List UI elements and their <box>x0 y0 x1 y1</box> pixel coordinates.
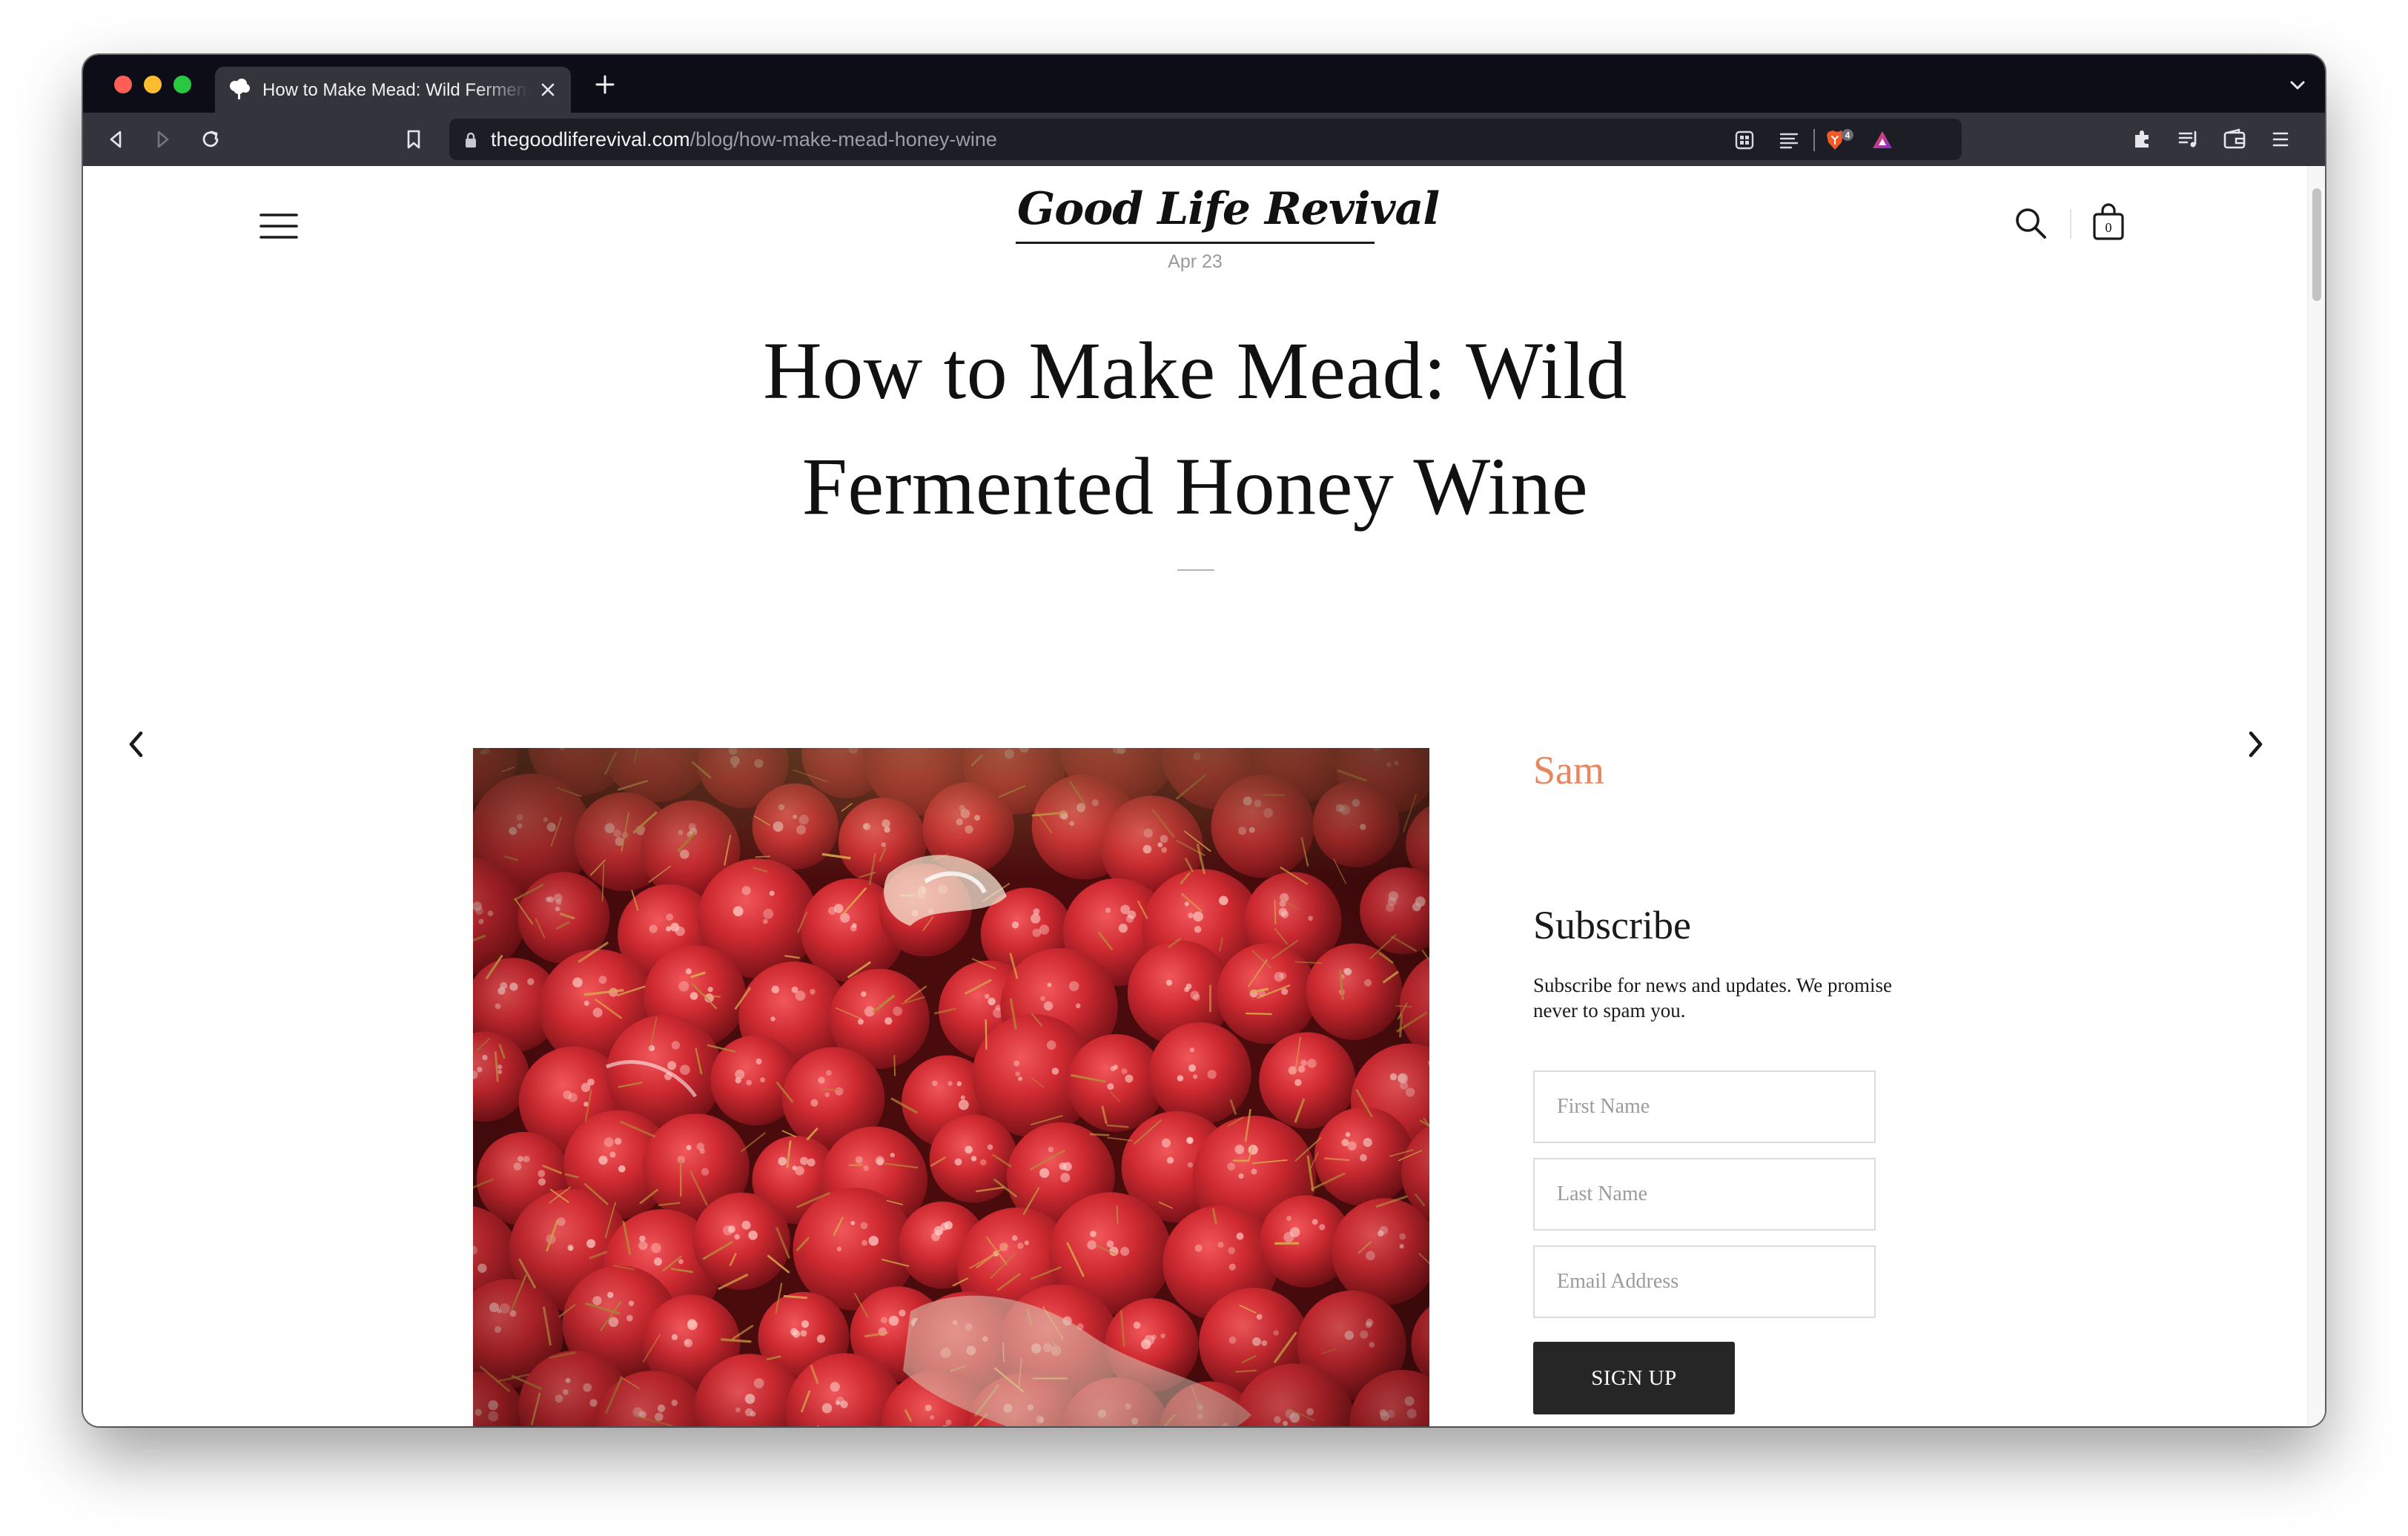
page-scrollbar[interactable] <box>2307 166 2325 1426</box>
back-icon[interactable] <box>102 126 129 153</box>
tab-strip: How to Make Mead: Wild Fermented Honey W… <box>83 55 2325 113</box>
lock-icon <box>466 132 476 148</box>
sign-up-button[interactable]: SIGN UP <box>1533 1342 1735 1414</box>
search-icon[interactable] <box>2014 206 2048 240</box>
address-bar[interactable]: thegoodliferevival.com/blog/how-make-mea… <box>449 119 1962 160</box>
browser-window: How to Make Mead: Wild Fermented Honey W… <box>83 55 2325 1426</box>
browser-toolbar: thegoodliferevival.com/blog/how-make-mea… <box>83 113 2325 166</box>
url-path: /blog/how-make-mead-honey-wine <box>689 128 997 150</box>
close-tab-icon[interactable] <box>538 80 558 99</box>
tab-title: How to Make Mead: Wild Fermented Honey W… <box>262 80 529 100</box>
post-title: How to Make Mead: Wild Fermented Honey W… <box>763 325 1627 532</box>
new-tab-icon[interactable] <box>593 73 617 96</box>
subscribe-description: Subscribe for news and updates. We promi… <box>1533 974 1892 1022</box>
author-name[interactable]: Sam <box>1533 744 1604 796</box>
first-name-field[interactable] <box>1533 1070 1876 1143</box>
chevron-left-icon[interactable] <box>126 729 145 759</box>
brave-shields-icon[interactable]: 4 <box>1825 129 1855 151</box>
site-logo[interactable]: Good Life Revival <box>1017 182 1440 236</box>
tree-favicon-icon <box>230 79 250 99</box>
playlist-icon[interactable] <box>2175 126 2202 153</box>
wallet-icon[interactable] <box>2221 126 2248 153</box>
hero-image <box>473 748 1429 1426</box>
subscribe-heading: Subscribe <box>1533 903 1691 947</box>
cart-count: 0 <box>2105 220 2112 235</box>
forward-icon[interactable] <box>150 126 176 153</box>
minimize-window-button[interactable] <box>144 76 162 93</box>
logo-underline <box>1016 242 1375 244</box>
chevron-down-icon[interactable] <box>2288 77 2307 93</box>
address-bar-separator <box>1813 129 1815 151</box>
hamburger-menu-icon[interactable] <box>259 212 298 240</box>
close-window-button[interactable] <box>114 76 132 93</box>
web-page: Good Life Revival Apr 23 0 How to Make M… <box>83 166 2325 1426</box>
browser-menu-icon[interactable] <box>2267 126 2294 153</box>
bookmark-icon[interactable] <box>400 126 427 153</box>
extensions-puzzle-icon[interactable] <box>2129 126 2156 153</box>
last-name-field[interactable] <box>1533 1158 1876 1231</box>
raspberries-photo <box>473 748 1429 1426</box>
qr-code-icon[interactable] <box>1733 129 1756 151</box>
email-field[interactable] <box>1533 1245 1876 1318</box>
chevron-right-icon[interactable] <box>2246 729 2266 759</box>
url-host: thegoodliferevival.com <box>491 128 690 150</box>
url-text: thegoodliferevival.com/blog/how-make-mea… <box>491 128 997 151</box>
reload-icon[interactable] <box>197 126 224 153</box>
zoom-window-button[interactable] <box>173 76 191 93</box>
reader-mode-icon[interactable] <box>1778 129 1800 151</box>
shields-count: 4 <box>1845 130 1850 141</box>
post-date: Apr 23 <box>1168 251 1223 272</box>
title-divider <box>1177 569 1214 571</box>
tab-active[interactable]: How to Make Mead: Wild Fermented Honey W… <box>215 67 571 113</box>
desktop-background: How to Make Mead: Wild Fermented Honey W… <box>0 0 2408 1536</box>
brave-rewards-icon[interactable] <box>1871 129 1893 151</box>
scrollbar-thumb[interactable] <box>2312 188 2321 301</box>
header-divider <box>2070 209 2071 239</box>
